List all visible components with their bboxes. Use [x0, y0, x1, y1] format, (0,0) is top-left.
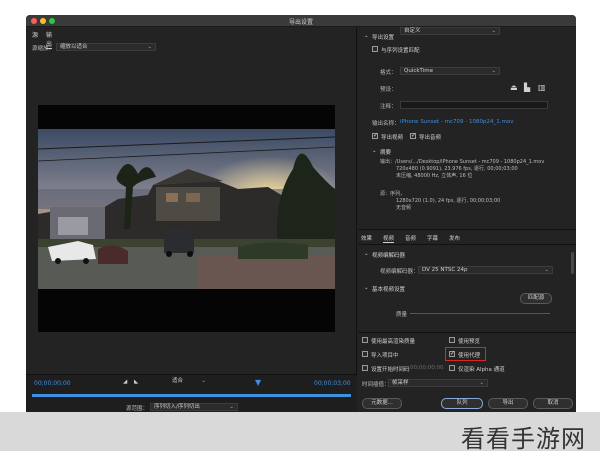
- basic-video-toggle-icon[interactable]: ⌄: [364, 285, 369, 291]
- start-timecode-value[interactable]: 00;00;00;00: [410, 365, 444, 371]
- playhead-icon[interactable]: ▼: [255, 378, 261, 387]
- watermark-text: 看看手游网: [461, 425, 586, 451]
- format-label: 格式：: [380, 70, 397, 76]
- options-divider: [358, 332, 576, 333]
- time-interpolation-dropdown[interactable]: 帧采样 ⌄: [388, 379, 488, 387]
- import-into-project-checkbox[interactable]: [362, 351, 368, 357]
- chevron-down-icon: ⌄: [491, 68, 496, 74]
- video-codec-header: 视频编解码器: [372, 253, 406, 259]
- chevron-down-icon: ⌄: [479, 380, 484, 386]
- timeline: 00;00;00;00 ◢ ◣ 适合 ⌄ ▼ 00;00;03;00 源范围： …: [26, 374, 357, 412]
- video-codec-label: 视频编解码器：: [380, 269, 419, 275]
- source-scaling-value: 缩放以适合: [60, 44, 88, 50]
- summary-source-label: 源：序列，: [380, 191, 406, 197]
- watermark-bar: 看看手游网: [0, 412, 600, 451]
- match-source-button[interactable]: 匹配源: [520, 293, 552, 304]
- summary-header: 摘要: [380, 150, 392, 156]
- export-settings-toggle-icon[interactable]: ⌄: [364, 33, 369, 39]
- quality-label: 质量: [396, 312, 408, 318]
- settings-scrollbar[interactable]: [571, 252, 574, 274]
- preview-panel: 源 输出 源缩放： 缩放以适合 ⌄ 00;00;00;00 ◢ ◣ 适合 ⌄ ▼…: [26, 27, 357, 412]
- import-preset-icon[interactable]: ▙: [524, 83, 530, 92]
- section-divider: [358, 229, 576, 230]
- timecode-out[interactable]: 00;00;03;00: [314, 380, 351, 387]
- source-scaling-dropdown[interactable]: 缩放以适合 ⌄: [56, 43, 156, 51]
- summary-output-video: 720x480 (0.9091), 23.976 fps, 逐行, 00;00;…: [396, 166, 518, 172]
- mark-in-icon[interactable]: ◢: [123, 379, 127, 385]
- render-alpha-checkbox[interactable]: [449, 365, 455, 371]
- time-interpolation-label: 时间插值：: [362, 382, 390, 388]
- video-codec-value: DV 25 NTSC 24p: [422, 267, 468, 273]
- match-sequence-label: 与序列设置匹配: [381, 48, 420, 54]
- comments-label: 注释：: [380, 104, 397, 110]
- tab-captions[interactable]: 字幕: [427, 234, 438, 242]
- summary-source-video: 1280x720 (1.0), 24 fps, 逐行, 00;00;03;00: [396, 198, 501, 204]
- max-render-quality-checkbox[interactable]: [362, 337, 368, 343]
- title-bar: 导出设置: [26, 15, 576, 27]
- set-start-timecode-checkbox[interactable]: [362, 365, 368, 371]
- queue-button[interactable]: 队列: [441, 398, 483, 409]
- tab-source[interactable]: 源: [32, 30, 38, 39]
- tab-video[interactable]: 视频: [383, 234, 395, 243]
- chevron-down-icon: ⌄: [201, 378, 206, 384]
- use-previews-label: 使用预览: [458, 339, 481, 345]
- set-start-timecode-label: 设置开始时间码: [371, 367, 410, 373]
- metadata-button[interactable]: 元数据...: [362, 398, 402, 409]
- match-sequence-checkbox[interactable]: [372, 46, 378, 52]
- chevron-down-icon: ⌄: [544, 267, 549, 273]
- timeline-track[interactable]: [32, 394, 351, 397]
- highlight-box: [445, 347, 486, 361]
- video-preview: [38, 105, 335, 332]
- output-name-link[interactable]: iPhone Sunset - mc709 - 1080p24_1.mov: [400, 119, 514, 125]
- save-preset-icon[interactable]: ⏏: [510, 83, 518, 92]
- mark-out-icon[interactable]: ◣: [134, 379, 138, 385]
- summary-output-audio: 未压缩, 48000 Hz, 立体声, 16 位: [396, 173, 473, 179]
- time-interpolation-value: 帧采样: [392, 380, 409, 386]
- summary-toggle-icon[interactable]: ⌄: [372, 148, 377, 154]
- fit-value: 适合: [172, 378, 184, 384]
- export-settings-window: 导出设置 源 输出 源缩放： 缩放以适合 ⌄ 00;00;00;00 ◢ ◣ 适…: [26, 15, 576, 412]
- preset-value: 自定义: [404, 28, 421, 34]
- chevron-down-icon: ⌄: [491, 28, 496, 34]
- delete-preset-icon[interactable]: ▥: [538, 83, 546, 92]
- export-video-label: 导出视频: [381, 135, 404, 141]
- max-render-quality-label: 使用最高渲染质量: [371, 339, 416, 345]
- export-video-checkbox[interactable]: [372, 132, 378, 139]
- format-dropdown[interactable]: QuickTime ⌄: [400, 67, 500, 75]
- preset-label: 预设：: [380, 87, 397, 93]
- render-alpha-label: 仅渲染 Alpha 通道: [458, 367, 505, 373]
- source-range-value: 序列切入/序列切出: [154, 404, 200, 410]
- export-audio-label: 导出音频: [419, 135, 442, 141]
- export-settings-header: 导出设置: [372, 35, 395, 41]
- fit-dropdown[interactable]: 适合 ⌄: [169, 378, 209, 386]
- export-button[interactable]: 导出: [488, 398, 528, 409]
- settings-panel: ⌄ 导出设置 与序列设置匹配 格式： QuickTime ⌄ 预设： 自定义 ⌄…: [358, 27, 576, 412]
- basic-video-header: 基本视频设置: [372, 287, 406, 293]
- source-range-label: 源范围：: [126, 406, 149, 412]
- cancel-button[interactable]: 取消: [533, 398, 573, 409]
- output-name-label: 输出名称：: [372, 121, 400, 127]
- summary-source-audio: 无音频: [396, 205, 412, 211]
- quality-slider[interactable]: [410, 313, 550, 314]
- tab-effects[interactable]: 效果: [361, 234, 372, 242]
- tab-publish[interactable]: 发布: [449, 234, 460, 242]
- tabs-divider: [358, 244, 576, 245]
- chevron-down-icon: ⌄: [147, 44, 152, 50]
- source-range-dropdown[interactable]: 序列切入/序列切出 ⌄: [150, 403, 238, 411]
- timecode-in[interactable]: 00;00;00;00: [34, 380, 71, 387]
- video-codec-dropdown[interactable]: DV 25 NTSC 24p ⌄: [418, 266, 553, 274]
- chevron-down-icon: ⌄: [229, 404, 234, 410]
- preset-dropdown[interactable]: 自定义 ⌄: [400, 27, 500, 35]
- source-scaling-label: 源缩放：: [32, 46, 55, 52]
- window-title: 导出设置: [288, 19, 313, 26]
- comments-field[interactable]: [400, 101, 548, 109]
- sunset-video-frame: [38, 129, 335, 289]
- export-audio-checkbox[interactable]: [410, 132, 416, 139]
- tab-audio[interactable]: 音频: [405, 234, 416, 242]
- video-codec-toggle-icon[interactable]: ⌄: [364, 251, 369, 257]
- use-previews-checkbox[interactable]: [449, 337, 455, 343]
- import-into-project-label: 导入项目中: [371, 353, 399, 359]
- format-value: QuickTime: [404, 68, 434, 74]
- summary-output: 输出：/Users/.../Desktop/iPhone Sunset - mc…: [380, 159, 545, 165]
